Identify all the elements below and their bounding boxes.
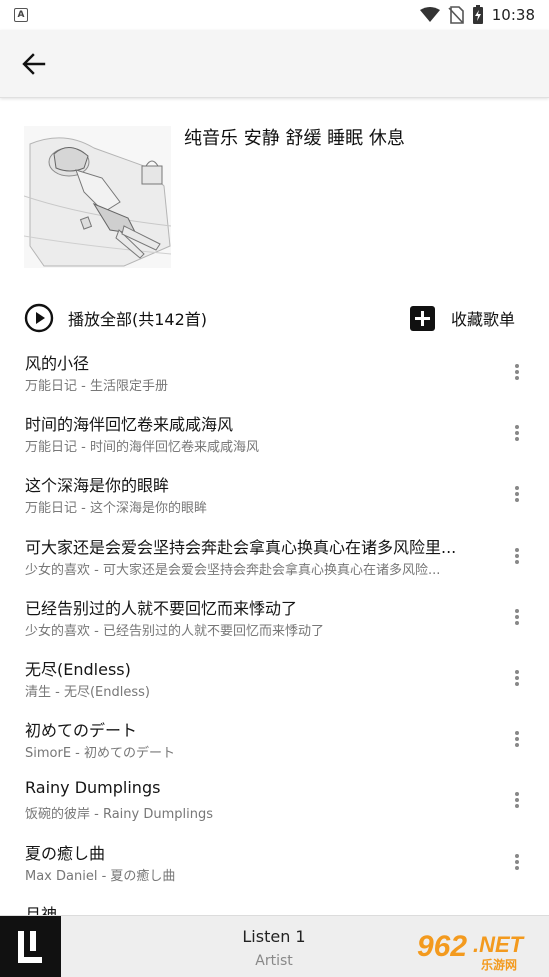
song-item[interactable]: 风的小径 万能日记 - 生活限定手册 <box>0 342 549 403</box>
watermark-962: 962 <box>417 930 467 963</box>
more-vert-icon[interactable] <box>513 607 521 627</box>
now-playing-artist: Artist <box>255 953 293 969</box>
song-item[interactable]: 已经告别过的人就不要回忆而来悸动了 少女的喜欢 - 已经告别过的人就不要回忆而来… <box>0 587 549 648</box>
arrow-left-icon <box>22 53 46 75</box>
battery-charging-icon <box>472 5 483 24</box>
song-title: 月神 <box>25 904 58 915</box>
song-subtitle: 少女的喜欢 - 可大家还是会爱会坚持会奔赴会拿真心换真心在诸多风险... <box>25 562 441 578</box>
cover-sketch <box>24 126 171 268</box>
status-bar: A 10:38 <box>0 0 549 30</box>
song-subtitle: 万能日记 - 生活限定手册 <box>25 379 168 394</box>
now-playing-bar[interactable]: Listen 1 Artist 962 .NET 乐游网 <box>0 915 549 977</box>
song-subtitle: 饭碗的彼岸 - Rainy Dumplings <box>25 807 213 823</box>
notification-a-icon: A <box>14 8 28 22</box>
play-all-button[interactable]: 播放全部(共142首) <box>24 302 207 334</box>
song-item[interactable]: 时间的海伴回忆卷来咸咸海风 万能日记 - 时间的海伴回忆卷来咸咸海风 <box>0 403 549 464</box>
song-title: Rainy Dumplings <box>25 778 161 798</box>
collect-playlist-label: 收藏歌单 <box>450 310 515 329</box>
song-title: 可大家还是会爱会坚持会奔赴会拿真心换真心在诸多风险里... <box>25 537 457 557</box>
song-subtitle: 清生 - 无尽(Endless) <box>25 684 150 700</box>
song-title: 初めてのデート <box>25 721 138 741</box>
watermark-net: .NET <box>473 932 525 957</box>
song-item[interactable]: 初めてのデート SimorE - 初めてのデート <box>0 709 549 770</box>
song-title: 时间的海伴回忆卷来咸咸海风 <box>25 415 234 435</box>
song-subtitle: 万能日记 - 这个深海是你的眼眸 <box>25 501 207 517</box>
more-vert-icon[interactable] <box>513 484 521 504</box>
song-subtitle: Max Daniel - 夏の癒し曲 <box>25 868 176 884</box>
song-title: 夏の癒し曲 <box>25 843 106 863</box>
play-circle-icon <box>24 303 54 333</box>
playlist-cover-image <box>24 126 171 268</box>
song-item[interactable]: 月神 <box>0 893 549 915</box>
watermark-cn: 乐游网 <box>481 957 517 972</box>
song-item[interactable]: 无尽(Endless) 清生 - 无尽(Endless) <box>0 648 549 709</box>
listen1-logo-icon[interactable] <box>0 916 61 977</box>
song-item[interactable]: 这个深海是你的眼眸 万能日记 - 这个深海是你的眼眸 <box>0 464 549 525</box>
more-vert-icon[interactable] <box>513 362 521 382</box>
more-vert-icon[interactable] <box>513 423 521 443</box>
more-vert-icon[interactable] <box>513 852 521 872</box>
song-title: 已经告别过的人就不要回忆而来悸动了 <box>25 598 298 618</box>
wifi-icon <box>419 7 440 22</box>
song-item[interactable]: 可大家还是会爱会坚持会奔赴会拿真心换真心在诸多风险里... 少女的喜欢 - 可大… <box>0 526 549 587</box>
status-time: 10:38 <box>491 6 535 24</box>
song-subtitle: 少女的喜欢 - 已经告别过的人就不要回忆而来悸动了 <box>25 623 324 639</box>
no-sim-icon <box>448 6 464 24</box>
watermark-logo: 962 .NET 乐游网 <box>417 930 525 972</box>
status-icons: 10:38 <box>419 5 535 25</box>
song-title: 这个深海是你的眼眸 <box>25 476 170 496</box>
song-subtitle: SimorE - 初めてのデート <box>25 746 175 762</box>
more-vert-icon[interactable] <box>513 668 521 688</box>
app-bar <box>0 30 549 98</box>
now-playing-title: Listen 1 <box>242 927 306 946</box>
collect-playlist-button[interactable]: 收藏歌单 <box>409 302 515 334</box>
more-vert-icon[interactable] <box>513 546 521 566</box>
add-box-icon <box>409 305 435 331</box>
more-vert-icon[interactable] <box>513 790 521 810</box>
song-item[interactable]: Rainy Dumplings 饭碗的彼岸 - Rainy Dumplings <box>0 770 549 831</box>
song-list: 风的小径 万能日记 - 生活限定手册 时间的海伴回忆卷来咸咸海风 万能日记 - … <box>0 342 549 915</box>
more-vert-icon[interactable] <box>513 729 521 749</box>
song-item[interactable]: 夏の癒し曲 Max Daniel - 夏の癒し曲 <box>0 832 549 893</box>
play-all-label: 播放全部(共142首) <box>68 310 208 329</box>
song-title: 无尽(Endless) <box>25 659 131 679</box>
back-button[interactable] <box>18 50 50 78</box>
song-subtitle: 万能日记 - 时间的海伴回忆卷来咸咸海风 <box>25 440 259 456</box>
playlist-title: 纯音乐 安静 舒缓 睡眠 休息 <box>184 128 405 149</box>
song-title: 风的小径 <box>25 354 90 373</box>
